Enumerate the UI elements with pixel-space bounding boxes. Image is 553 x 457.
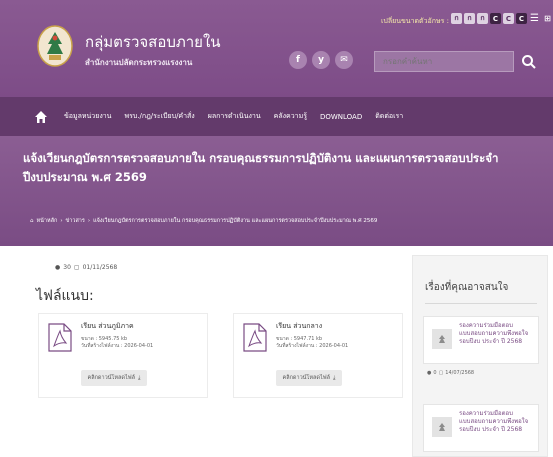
sidebar-divider: [425, 303, 537, 304]
file-name[interactable]: เรียน ส่วนภูมิภาค: [81, 321, 134, 332]
nav-item-download[interactable]: DOWNLOAD: [320, 113, 362, 121]
youtube-icon[interactable]: y: [312, 51, 330, 69]
calendar-icon: ▢: [438, 370, 444, 376]
related-item[interactable]: รองความร่วมมือตอบแบบสอบถามความพึงพอใจรอบ…: [423, 316, 539, 364]
site-title[interactable]: กลุ่มตรวจสอบภายใน: [85, 30, 221, 54]
related-thumbnail: [432, 417, 452, 437]
pdf-icon: [48, 323, 72, 352]
breadcrumb-separator: ›: [87, 218, 91, 224]
download-label: คลิกดาวน์โหลดไฟล์: [87, 375, 135, 381]
related-title: รองความร่วมมือตอบแบบสอบถามความพึงพอใจรอบ…: [459, 410, 529, 434]
nav-item-knowledge[interactable]: คลังความรู้: [274, 111, 307, 122]
eye-icon: ●: [427, 370, 432, 376]
file-name[interactable]: เรียน ส่วนกลาง: [276, 321, 322, 332]
search-button[interactable]: [519, 52, 539, 72]
pdf-icon: [243, 323, 267, 352]
email-icon[interactable]: ✉: [335, 51, 353, 69]
related-views: 0: [433, 370, 437, 376]
related-meta: ● 0 ▢ 14/07/2568: [427, 370, 474, 376]
contrast-dark-button[interactable]: C: [490, 13, 501, 24]
facebook-icon[interactable]: f: [289, 51, 307, 69]
fontsize-medium-button[interactable]: ก: [464, 13, 475, 24]
ministry-logo[interactable]: [36, 24, 74, 68]
related-item[interactable]: รองความร่วมมือตอบแบบสอบถามความพึงพอใจรอบ…: [423, 404, 539, 452]
nav-item-contact[interactable]: ติดต่อเรา: [375, 111, 403, 122]
site-header: กลุ่มตรวจสอบภายใน สำนักงานปลัดกระทรวงแรง…: [0, 0, 553, 97]
fontsize-controls: ก ก ก C C C ☰ ⊞: [451, 13, 553, 24]
breadcrumb: ⌂ หน้าหลัก › ข่าวสาร › แจ้งเวียนกฎบัตรกา…: [30, 217, 377, 225]
home-icon: ⌂: [30, 218, 34, 224]
download-button[interactable]: คลิกดาวน์โหลดไฟล์ ⤓: [276, 370, 342, 386]
file-card: เรียน ส่วนภูมิภาค ขนาด : 5945.75 kb วันท…: [38, 313, 208, 398]
download-label: คลิกดาวน์โหลดไฟล์: [282, 375, 330, 381]
home-icon[interactable]: [34, 110, 48, 124]
attachments-heading: ไฟล์แนบ:: [36, 288, 94, 304]
social-links: f y ✉: [289, 51, 353, 69]
download-button[interactable]: คลิกดาวน์โหลดไฟล์ ⤓: [81, 370, 147, 386]
breadcrumb-home[interactable]: หน้าหลัก: [37, 217, 58, 225]
contrast-light-button[interactable]: C: [503, 13, 514, 24]
post-date: 01/11/2568: [82, 264, 118, 271]
related-sidebar: เรื่องที่คุณอาจสนใจ รองความร่วมมือตอบแบบ…: [412, 255, 548, 457]
search-icon: [522, 55, 536, 69]
view-count: 30: [63, 264, 71, 271]
calendar-icon: ▢: [73, 264, 80, 271]
search-input[interactable]: [374, 51, 514, 72]
page-title: แจ้งเวียนกฎบัตรการตรวจสอบภายใน กรอบคุณธร…: [23, 151, 499, 184]
download-icon: ⤓: [333, 374, 336, 381]
sitemap-icon[interactable]: ⊞: [542, 13, 553, 24]
emblem-icon: [439, 423, 445, 431]
download-icon: ⤓: [138, 374, 141, 381]
fontsize-small-button[interactable]: ก: [451, 13, 462, 24]
related-date: 14/07/2568: [445, 370, 475, 376]
file-date: วันที่สร้างไฟล์งาน : 2026-04-01: [81, 343, 154, 349]
menu-icon[interactable]: ☰: [529, 13, 540, 24]
nav-item-laws[interactable]: พรบ./กฎ/ระเบียบ/คำสั่ง: [124, 111, 194, 122]
contrast-yellow-button[interactable]: C: [516, 13, 527, 24]
fontsize-label: เปลี่ยนขนาดตัวอักษร :: [381, 17, 449, 25]
breadcrumb-current: แจ้งเวียนกฎบัตรการตรวจสอบภายใน กรอบคุณธร…: [93, 218, 378, 224]
main-nav: ข้อมูลหน่วยงาน พรบ./กฎ/ระเบียบ/คำสั่ง ผล…: [0, 97, 553, 136]
eye-icon: ●: [55, 264, 61, 271]
fontsize-large-button[interactable]: ก: [477, 13, 488, 24]
nav-item-about[interactable]: ข้อมูลหน่วยงาน: [64, 111, 111, 122]
breadcrumb-news[interactable]: ข่าวสาร: [66, 217, 85, 225]
file-date: วันที่สร้างไฟล์งาน : 2026-04-01: [276, 343, 349, 349]
sidebar-title: เรื่องที่คุณอาจสนใจ: [425, 282, 509, 293]
file-card: เรียน ส่วนกลาง ขนาด : 5947.71 kb วันที่ส…: [233, 313, 403, 398]
related-thumbnail: [432, 329, 452, 349]
site-subtitle: สำนักงานปลัดกระทรวงแรงงาน: [85, 58, 193, 67]
post-meta: ● 30 ▢ 01/11/2568: [55, 264, 117, 271]
related-title: รองความร่วมมือตอบแบบสอบถามความพึงพอใจรอบ…: [459, 322, 529, 346]
emblem-icon: [439, 335, 445, 343]
breadcrumb-separator: ›: [60, 218, 63, 224]
nav-item-results[interactable]: ผลการดำเนินงาน: [208, 111, 261, 122]
